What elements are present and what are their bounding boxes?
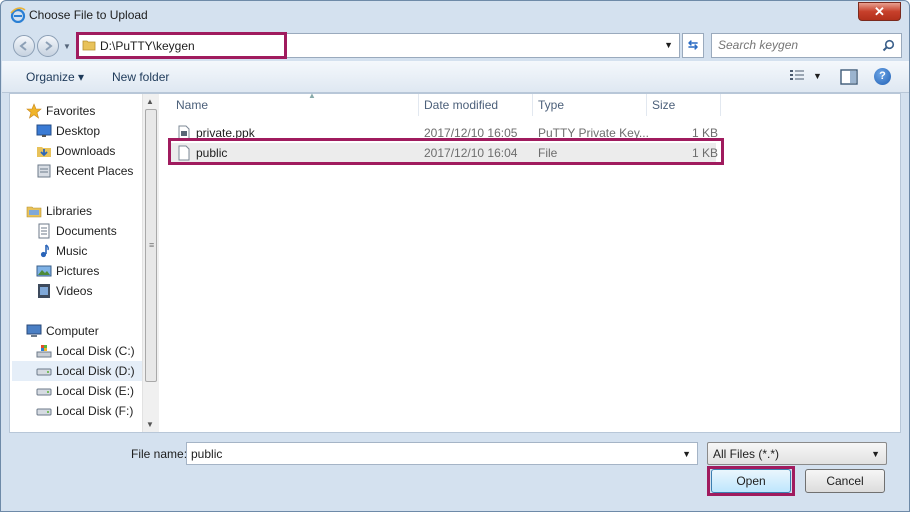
nav-label: Downloads xyxy=(56,144,116,158)
views-icon[interactable] xyxy=(789,69,805,83)
column-divider[interactable] xyxy=(646,94,647,116)
window-title: Choose File to Upload xyxy=(29,8,148,22)
forward-arrow-icon xyxy=(45,41,53,51)
videos-icon xyxy=(38,284,50,298)
file-name-field[interactable]: public ▼ xyxy=(186,442,698,465)
libraries-icon xyxy=(26,206,42,218)
file-type-value: All Files (*.*) xyxy=(713,447,780,461)
file-dialog: Choose File to Upload ✕ ▼ D:\PuTTY\keyge… xyxy=(0,0,910,512)
cancel-button[interactable]: Cancel xyxy=(805,469,885,493)
nav-local-disk-d[interactable]: Local Disk (D:) xyxy=(12,361,142,381)
column-header-type[interactable]: Type xyxy=(538,94,564,116)
nav-label: Local Disk (F:) xyxy=(56,404,134,418)
nav-label: Pictures xyxy=(56,264,100,278)
pictures-icon xyxy=(36,265,52,277)
drive-icon xyxy=(36,388,52,396)
drive-icon xyxy=(36,368,52,376)
search-icon xyxy=(882,39,895,52)
open-highlight-box xyxy=(707,466,795,496)
file-name-dropdown-icon[interactable]: ▼ xyxy=(682,449,691,459)
refresh-icon: ⇆ xyxy=(687,38,699,52)
file-name-value: public xyxy=(191,447,223,461)
computer-icon xyxy=(26,324,42,337)
column-header-name[interactable]: Name ▲ xyxy=(176,91,316,116)
forward-button[interactable] xyxy=(37,35,59,57)
scroll-up-icon[interactable]: ▲ xyxy=(146,97,154,106)
documents-icon xyxy=(38,223,50,239)
close-button[interactable]: ✕ xyxy=(858,2,901,21)
downloads-icon xyxy=(37,147,51,157)
search-input[interactable] xyxy=(718,38,878,52)
views-dropdown-icon[interactable]: ▼ xyxy=(813,71,822,81)
nav-label: Music xyxy=(56,244,88,258)
nav-label: Videos xyxy=(56,284,93,298)
column-header-size[interactable]: Size xyxy=(652,94,675,116)
desktop-icon xyxy=(36,124,52,137)
command-toolbar: Organize ▾ New folder ▼ ? xyxy=(2,61,909,93)
address-highlight-box xyxy=(76,32,287,59)
drive-icon xyxy=(36,408,52,416)
file-type-dropdown-icon: ▼ xyxy=(871,449,880,459)
nav-label: Local Disk (E:) xyxy=(56,384,135,398)
address-dropdown-icon[interactable]: ▼ xyxy=(664,40,673,50)
column-label: Name xyxy=(176,98,209,112)
column-divider[interactable] xyxy=(418,94,419,116)
navigation-pane: Favorites Desktop Downloads Recent Place… xyxy=(10,94,159,432)
nav-label: Local Disk (D:) xyxy=(56,364,135,378)
grip-icon: ≡ xyxy=(149,240,155,250)
music-icon xyxy=(40,244,49,258)
recent-locations-dropdown-icon[interactable]: ▼ xyxy=(63,42,71,51)
recent-places-icon xyxy=(37,164,51,178)
help-button[interactable]: ? xyxy=(874,68,891,85)
preview-pane-icon[interactable] xyxy=(840,69,858,85)
file-name-label: File name: xyxy=(131,447,188,461)
back-button[interactable] xyxy=(13,35,35,57)
new-folder-button[interactable]: New folder xyxy=(112,70,169,84)
scroll-down-icon[interactable]: ▼ xyxy=(146,420,154,429)
column-divider[interactable] xyxy=(532,94,533,116)
nav-label: Favorites xyxy=(46,104,96,118)
refresh-button[interactable]: ⇆ xyxy=(682,33,704,58)
column-header-date-modified[interactable]: Date modified xyxy=(424,94,498,116)
nav-scrollbar[interactable]: ▲ ≡ ▼ xyxy=(142,94,159,432)
file-type-select[interactable]: All Files (*.*) ▼ xyxy=(707,442,887,465)
nav-label: Libraries xyxy=(46,204,93,218)
organize-button[interactable]: Organize ▾ xyxy=(26,70,84,84)
nav-label: Desktop xyxy=(56,124,101,138)
column-divider[interactable] xyxy=(720,94,721,116)
file-highlight-box xyxy=(168,138,724,165)
system-drive-icon xyxy=(36,345,52,358)
search-box[interactable] xyxy=(711,33,902,58)
star-icon xyxy=(26,103,42,119)
nav-label: Computer xyxy=(46,324,99,338)
nav-label: Documents xyxy=(56,224,117,238)
nav-label: Local Disk (C:) xyxy=(56,344,135,358)
ie-icon xyxy=(10,7,26,23)
sort-ascending-icon: ▲ xyxy=(308,91,316,100)
title-bar: Choose File to Upload ✕ xyxy=(1,1,909,29)
scroll-thumb[interactable]: ≡ xyxy=(145,109,157,382)
nav-label: Recent Places xyxy=(56,164,134,178)
back-arrow-icon xyxy=(19,41,27,51)
